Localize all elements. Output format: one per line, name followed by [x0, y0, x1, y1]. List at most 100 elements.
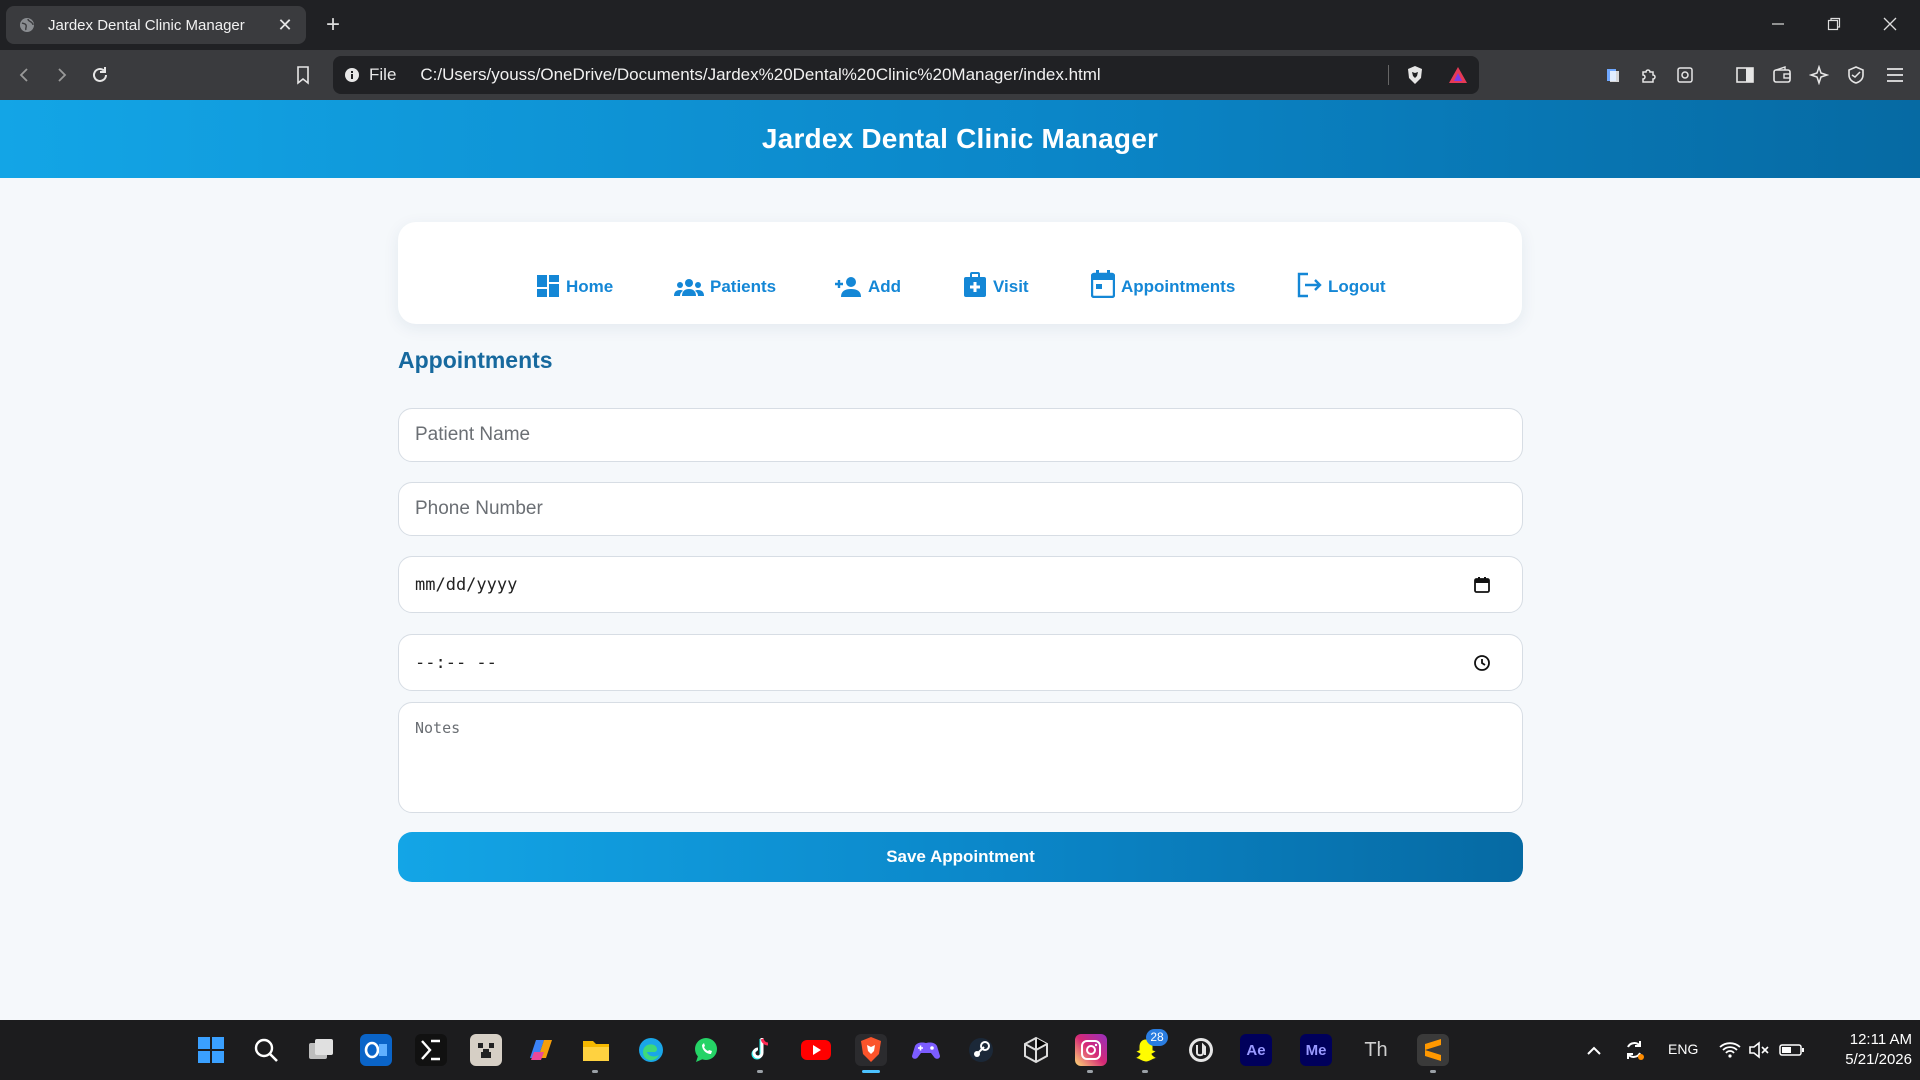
- sublime-text-icon[interactable]: [1417, 1034, 1449, 1066]
- instagram-icon[interactable]: [1075, 1034, 1107, 1066]
- typora-icon[interactable]: Th: [1360, 1034, 1392, 1066]
- extensions-icon[interactable]: [1636, 62, 1662, 88]
- nav-patients[interactable]: Patients: [674, 264, 776, 298]
- leo-ai-icon[interactable]: [1806, 62, 1832, 88]
- address-divider: [1388, 65, 1389, 85]
- nav-add[interactable]: Add: [834, 264, 901, 298]
- ide-icon[interactable]: [415, 1034, 447, 1066]
- brave-shield-icon[interactable]: [1405, 65, 1425, 90]
- reload-icon[interactable]: [87, 62, 113, 88]
- patient-name-input[interactable]: [399, 409, 1522, 461]
- close-window-icon[interactable]: [1870, 10, 1910, 38]
- volume-muted-icon[interactable]: [1745, 1034, 1773, 1066]
- calendar-icon: [1091, 270, 1115, 298]
- phone-field: [398, 482, 1523, 536]
- nav-home-label: Home: [566, 277, 614, 296]
- clock-date: 5/21/2026: [1845, 1051, 1912, 1068]
- app-header: Jardex Dental Clinic Manager: [0, 100, 1920, 178]
- battery-icon[interactable]: [1777, 1034, 1807, 1066]
- browser-tab[interactable]: Jardex Dental Clinic Manager ✕: [6, 6, 306, 44]
- nav-appointments[interactable]: Appointments: [1091, 264, 1235, 298]
- date-input[interactable]: mm/dd/yyyy: [398, 556, 1523, 613]
- person-add-icon: [834, 276, 862, 298]
- tiktok-icon[interactable]: [745, 1034, 777, 1066]
- calendar-picker-icon[interactable]: [1472, 575, 1492, 595]
- notification-badge: 28: [1146, 1029, 1168, 1046]
- address-scheme: File: [369, 65, 397, 84]
- outlook-icon[interactable]: [360, 1034, 392, 1066]
- nav-appointments-label: Appointments: [1121, 277, 1236, 296]
- tab-title: Jardex Dental Clinic Manager: [48, 16, 245, 34]
- running-indicator: [592, 1070, 598, 1073]
- clock-icon[interactable]: [1472, 653, 1492, 673]
- running-indicator: [1430, 1070, 1436, 1073]
- active-app-indicator: [862, 1070, 880, 1073]
- phone-input[interactable]: [399, 483, 1522, 535]
- after-effects-icon[interactable]: Ae: [1240, 1034, 1272, 1066]
- back-icon[interactable]: [12, 62, 38, 88]
- nav-patients-label: Patients: [710, 277, 777, 296]
- screenshot-icon[interactable]: [1672, 62, 1698, 88]
- nav-visit-label: Visit: [993, 277, 1029, 296]
- search-icon[interactable]: [250, 1034, 282, 1066]
- windows-start-icon[interactable]: [195, 1034, 227, 1066]
- info-icon[interactable]: [343, 66, 361, 84]
- address-bar[interactable]: File C:/Users/youss/OneDrive/Documents/J…: [333, 56, 1479, 94]
- running-indicator: [757, 1070, 763, 1073]
- media-encoder-icon[interactable]: Me: [1300, 1034, 1332, 1066]
- nav-logout-label: Logout: [1328, 277, 1386, 296]
- whatsapp-icon[interactable]: [690, 1034, 722, 1066]
- notes-field: [398, 702, 1523, 813]
- restore-icon[interactable]: [1814, 10, 1854, 38]
- browser-tab-strip: Jardex Dental Clinic Manager ✕ +: [0, 0, 1920, 50]
- running-indicator: [1142, 1070, 1148, 1073]
- unreal-engine-icon[interactable]: [1185, 1034, 1217, 1066]
- game-controller-icon[interactable]: [910, 1034, 942, 1066]
- url-text[interactable]: C:/Users/youss/OneDrive/Documents/Jardex…: [420, 65, 1100, 85]
- copilot-icon[interactable]: [525, 1034, 557, 1066]
- task-view-icon[interactable]: [305, 1034, 337, 1066]
- show-hidden-icons-icon[interactable]: [1580, 1034, 1608, 1066]
- wifi-icon[interactable]: [1716, 1034, 1744, 1066]
- steam-icon[interactable]: [965, 1034, 997, 1066]
- edge-icon[interactable]: [635, 1034, 667, 1066]
- bookmark-icon[interactable]: [290, 62, 316, 88]
- logout-icon: [1296, 272, 1322, 298]
- minimize-icon[interactable]: [1758, 10, 1798, 38]
- language-indicator[interactable]: ENG: [1668, 1041, 1698, 1057]
- unity-icon[interactable]: [1020, 1034, 1052, 1066]
- system-clock[interactable]: 12:11 AM 5/21/2026: [1812, 1030, 1912, 1070]
- nav-home[interactable]: Home: [536, 264, 613, 298]
- dashboard-icon: [536, 274, 560, 298]
- wallet-icon[interactable]: [1769, 62, 1795, 88]
- clock-time: 12:11 AM: [1849, 1031, 1912, 1048]
- youtube-icon[interactable]: [800, 1034, 832, 1066]
- main-nav: Home Patients Add Visit Appointments Log…: [398, 222, 1522, 324]
- reading-list-icon[interactable]: [1600, 62, 1626, 88]
- time-input[interactable]: --:-- --: [398, 634, 1523, 691]
- new-tab-button[interactable]: +: [320, 12, 346, 38]
- notes-textarea[interactable]: [399, 703, 1522, 812]
- sidebar-icon[interactable]: [1732, 62, 1758, 88]
- running-indicator: [1087, 1070, 1093, 1073]
- time-placeholder: --:-- --: [415, 652, 497, 673]
- forward-icon[interactable]: [48, 62, 74, 88]
- globe-icon: [18, 16, 36, 34]
- sync-icon[interactable]: [1620, 1034, 1648, 1066]
- people-icon: [674, 278, 704, 298]
- menu-icon[interactable]: [1882, 62, 1908, 88]
- nav-visit[interactable]: Visit: [963, 264, 1029, 298]
- brave-rewards-icon[interactable]: [1447, 65, 1469, 90]
- save-appointment-button[interactable]: Save Appointment: [398, 832, 1523, 882]
- close-tab-icon[interactable]: ✕: [276, 15, 294, 35]
- date-placeholder: mm/dd/yyyy: [415, 574, 518, 595]
- nav-logout[interactable]: Logout: [1296, 264, 1386, 298]
- file-explorer-icon[interactable]: [580, 1034, 612, 1066]
- section-title: Appointments: [398, 347, 553, 373]
- minecraft-icon[interactable]: [470, 1034, 502, 1066]
- medical-bag-icon: [963, 272, 987, 298]
- brave-browser-icon[interactable]: [855, 1034, 887, 1066]
- vpn-shield-icon[interactable]: [1843, 62, 1869, 88]
- app-title: Jardex Dental Clinic Manager: [761, 123, 1159, 154]
- patient-name-field: [398, 408, 1523, 462]
